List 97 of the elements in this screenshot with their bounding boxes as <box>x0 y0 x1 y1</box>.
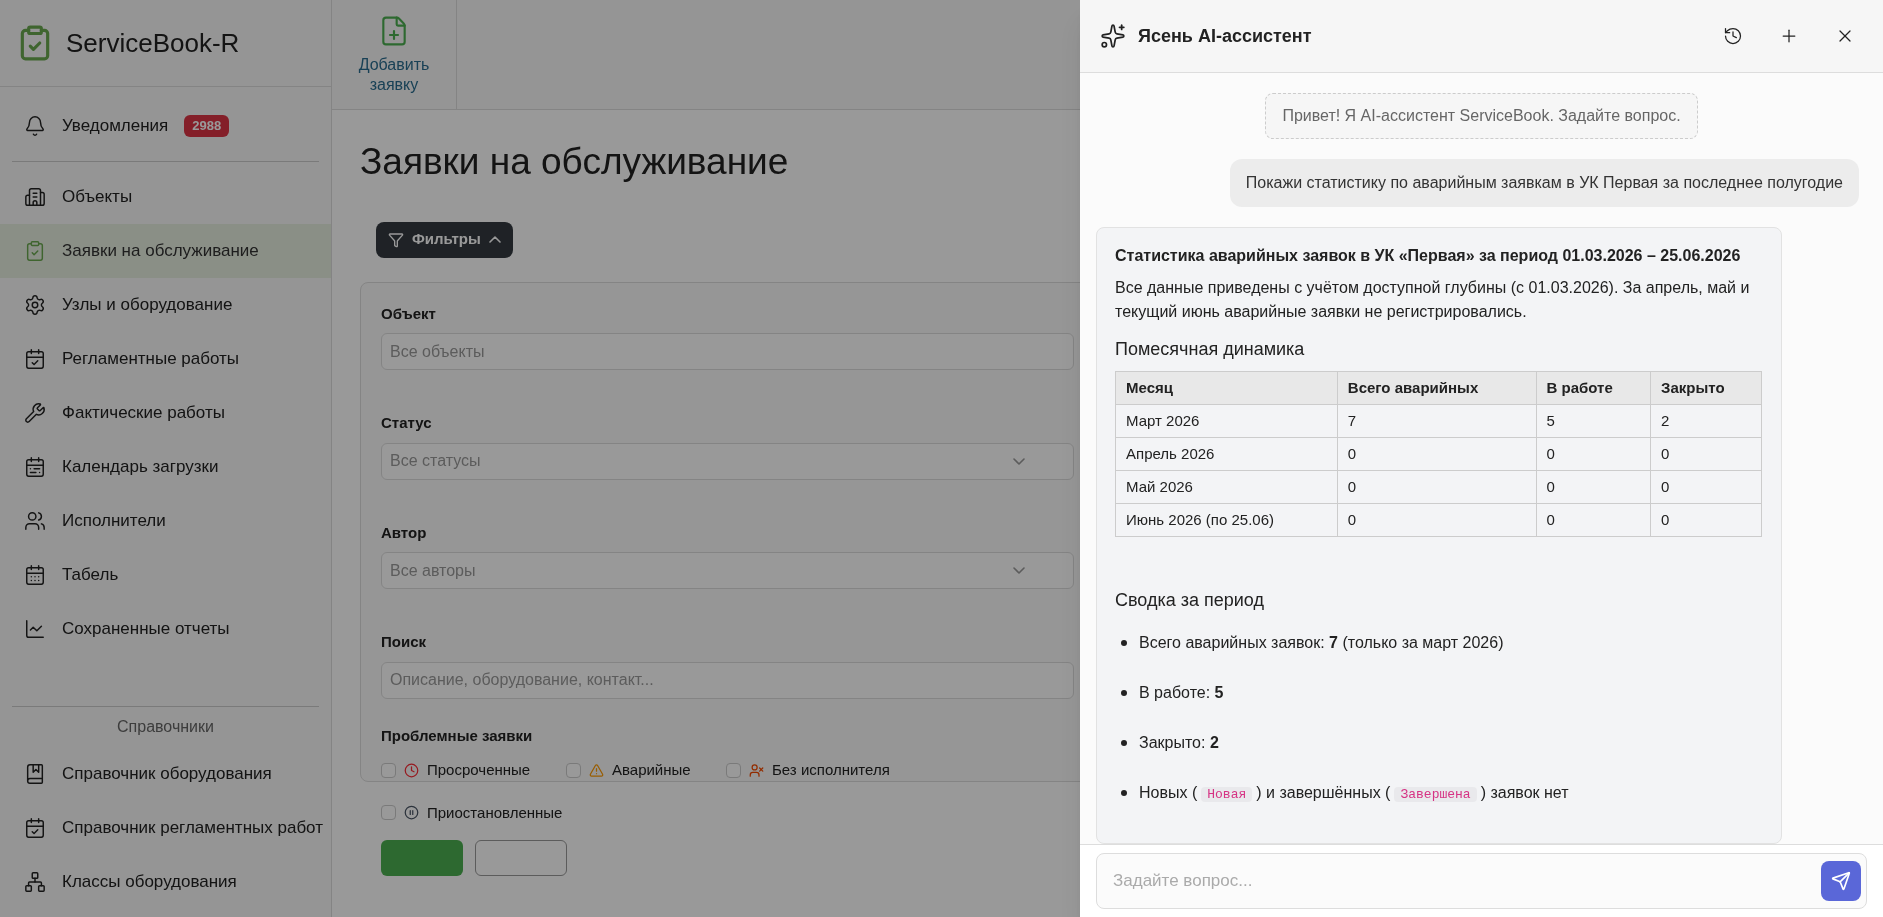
table-cell: 0 <box>1337 470 1537 504</box>
nav-item[interactable]: Фактические работы <box>0 386 331 440</box>
column-header: Закрыто <box>1650 371 1762 405</box>
table-cell: Май 2026 <box>1115 470 1338 504</box>
column-header: В работе <box>1536 371 1651 405</box>
send-icon <box>1831 871 1851 891</box>
pause-icon <box>404 805 419 821</box>
book-icon <box>24 763 46 785</box>
table-cell: 0 <box>1650 503 1762 537</box>
table-cell: 0 <box>1337 503 1537 537</box>
bell-icon <box>24 115 46 137</box>
clipboard-icon <box>24 240 46 262</box>
chevron-down-icon <box>1013 457 1025 465</box>
calendar-check-icon <box>24 348 46 370</box>
add-request-button[interactable]: Добавить заявку <box>332 0 457 109</box>
field-label: Объект <box>381 303 436 324</box>
column-header: Месяц <box>1115 371 1338 405</box>
checkbox[interactable] <box>566 762 581 778</box>
reset-button[interactable] <box>475 840 567 876</box>
chevron-down-icon <box>1013 567 1025 574</box>
sparkles-icon <box>1100 23 1126 49</box>
checkbox-label: Без исполнителя <box>772 760 890 780</box>
summary-item: Всего аварийных заявок: 7 (только за март 2026) <box>1139 633 1504 653</box>
nav-item[interactable]: Заявки на обслуживание <box>0 224 331 278</box>
nav-item[interactable]: Узлы и оборудование <box>0 278 331 332</box>
bullet-icon <box>1121 740 1127 746</box>
checkbox-label: Просроченные <box>427 760 531 780</box>
panel-title: Ясень AI-ассистент <box>1138 24 1313 48</box>
field-label: Автор <box>381 522 427 543</box>
gear-icon <box>24 294 46 316</box>
field-label: Статус <box>381 413 432 433</box>
table-cell: 7 <box>1337 404 1537 438</box>
table-cell: 0 <box>1337 437 1537 471</box>
calendar-icon <box>24 456 46 478</box>
bullet-icon <box>1121 790 1127 796</box>
field-label: Проблемные заявки <box>381 725 533 746</box>
section-title: Справочники <box>116 717 215 737</box>
table-cell: 2 <box>1650 404 1762 438</box>
nav-item[interactable]: Регламентные работы <box>0 332 331 386</box>
filters-button[interactable]: Фильтры <box>376 221 513 258</box>
nav-item[interactable]: Сохраненные отчеты <box>0 602 331 656</box>
logo-text: ServiceBook-R <box>66 26 240 60</box>
notifications-label: Уведомления <box>62 115 169 138</box>
table-cell: Март 2026 <box>1115 404 1338 438</box>
answer-text: Все данные приведены с учётом доступной глубины (с 01.03.2026). За апрель, май и текущий июнь аварийные заявки не регистрировались. <box>1115 278 1751 322</box>
table-cell: 0 <box>1536 437 1651 471</box>
nav-item[interactable]: Справочник регламентных работ <box>0 801 331 855</box>
column-header: Всего аварийных <box>1337 371 1537 405</box>
field-label: Поиск <box>381 632 426 652</box>
user-message: Покажи статистику по аварийным заявкам в УК Первая за последнее полугодие <box>1229 159 1859 207</box>
question-field[interactable]: Задайте вопрос... <box>1096 853 1867 909</box>
bullet-icon <box>1121 640 1127 646</box>
table-cell: 5 <box>1536 404 1651 438</box>
wrench-icon <box>24 402 46 424</box>
bullet-icon <box>1121 690 1127 696</box>
nav-item[interactable]: Табель <box>0 548 331 602</box>
summary-item: В работе: 5 <box>1139 683 1224 703</box>
calendar-check-icon <box>24 817 46 839</box>
warning-icon <box>589 762 604 778</box>
table-cell: 0 <box>1536 503 1651 537</box>
table-cell: Апрель 2026 <box>1115 437 1338 471</box>
section-heading: Сводка за период <box>1115 589 1265 612</box>
nav-item[interactable]: Календарь загрузки <box>0 440 331 494</box>
nav-item[interactable]: Объекты <box>0 170 331 224</box>
table-cell: 0 <box>1650 437 1762 471</box>
table-cell: 0 <box>1650 470 1762 504</box>
calendar-grid-icon <box>24 564 46 586</box>
building-icon <box>24 186 46 208</box>
summary-item: Новых ( Новая ) и завершённых ( Завершена ) заявок нет <box>1139 783 1569 804</box>
search-field[interactable]: Описание, оборудование, контакт... <box>381 661 1074 699</box>
chevron-up-icon <box>488 236 501 243</box>
nav-item[interactable]: Классы оборудования <box>0 855 331 909</box>
checkbox[interactable] <box>726 762 741 778</box>
nav-item[interactable]: Справочник оборудования <box>0 747 331 801</box>
answer-title: Статистика аварийных заявок в УК «Первая» за период 01.03.2026 – 25.06.2026 <box>1115 246 1742 266</box>
summary-item: Закрыто: 2 <box>1139 733 1219 753</box>
filter-icon <box>388 231 404 248</box>
checkbox-label: Аварийные <box>612 760 691 780</box>
count-badge: 2988 <box>184 115 230 137</box>
send-button[interactable] <box>1821 861 1861 901</box>
nav-item[interactable]: Исполнители <box>0 494 331 548</box>
history-icon <box>1723 26 1743 46</box>
section-heading: Помесячная динамика <box>1115 338 1306 361</box>
checkbox-label: Приостановленные <box>427 802 563 823</box>
search-field[interactable]: Все объекты <box>381 333 1074 370</box>
hierarchy-icon <box>24 871 46 893</box>
greeting-message: Привет! Я AI-ассистент ServiceBook. Задайте вопрос. <box>1265 93 1698 139</box>
line-chart-icon <box>24 618 46 640</box>
user-x-icon <box>749 762 764 778</box>
checkbox[interactable] <box>381 805 396 821</box>
table-cell: 0 <box>1536 470 1651 504</box>
page-title: Заявки на обслуживание <box>360 140 789 184</box>
clock-icon <box>404 762 419 778</box>
table-cell: Июнь 2026 (по 25.06) <box>1115 503 1338 537</box>
nav-item[interactable]: Уведомления 2988 <box>0 99 331 153</box>
checkbox[interactable] <box>381 762 396 778</box>
users-icon <box>24 510 46 532</box>
